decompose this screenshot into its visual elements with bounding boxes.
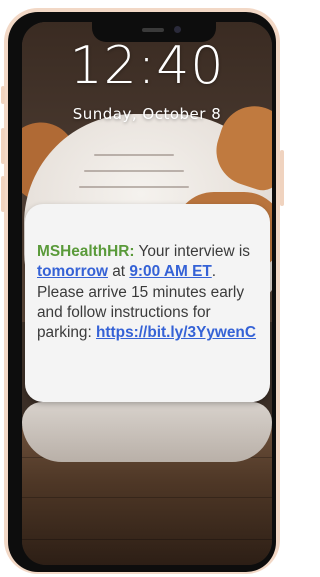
speaker-grille [142,28,164,32]
dog-body [22,402,272,462]
volume-down-button[interactable] [1,176,5,212]
lock-screen-date: Sunday, October 8 [72,105,222,123]
time-link[interactable]: 9:00 AM ET [129,263,211,280]
mute-switch [1,86,5,104]
notification-sender: MSHealthHR: [37,243,135,260]
volume-up-button[interactable] [1,128,5,164]
sms-notification[interactable]: MSHealthHR: Your interview is tomorrow a… [25,204,270,402]
lock-screen: 12:40 Sunday, October 8 MSHealthHR: Your… [22,22,272,565]
power-button[interactable] [280,150,284,206]
url-link[interactable]: https://bit.ly/3YywenC [96,324,256,341]
front-camera-icon [174,26,181,33]
message-text: at [107,263,130,281]
notification-message: MSHealthHR: Your interview is tomorrow a… [37,242,259,343]
lock-screen-time: 12:40 [69,36,225,96]
message-text: Your interview is [134,243,250,260]
date-link[interactable]: tomorrow [37,263,108,280]
